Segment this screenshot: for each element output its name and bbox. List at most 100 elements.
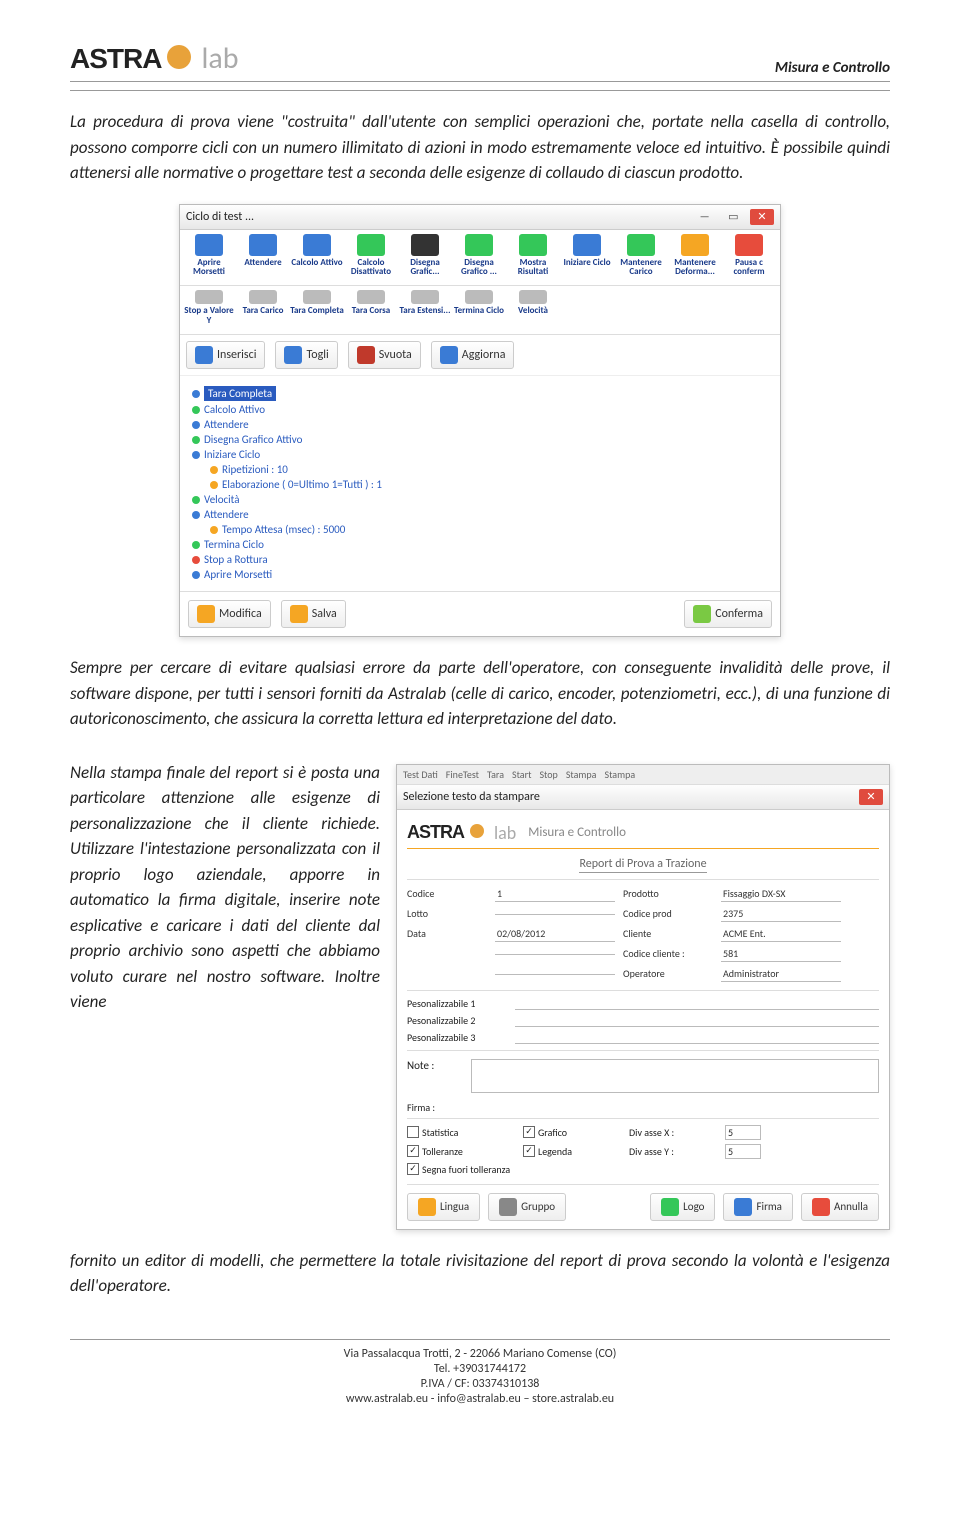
checkbox-grid: Statistica ✓Grafico Div asse X : 5 ✓Toller… [407,1118,879,1176]
dialog-titlebar: Selezione testo da stampare ✕ [397,785,889,810]
screenshot-report-dialog: Test Dati FineTest Tara Start Stop Stampa Stam… [396,764,890,1230]
bottom-button[interactable]: Modifica [188,600,271,628]
action-button[interactable]: Togli [275,341,337,369]
field-input[interactable]: 5 [725,1125,761,1140]
field-input[interactable] [495,952,615,955]
toolbar-button[interactable]: Stop a Valore Y [182,290,236,326]
checkbox[interactable]: ✓Grafico [523,1126,623,1139]
field-input[interactable]: 581 [721,946,841,962]
checkbox[interactable]: ✓Legenda [523,1145,623,1158]
tree-item[interactable]: Calcolo Attivo [192,403,768,416]
paragraph-3b: fornito un editor di modelli, che permet… [70,1248,890,1299]
action-button[interactable]: Aggiorna [431,341,515,369]
tree-item[interactable]: Iniziare Ciclo [192,448,768,461]
field-input[interactable]: Administrator [721,966,841,982]
toolbar-button[interactable]: Tara Estensi... [398,290,452,326]
toolbar-button[interactable]: Velocità [506,290,560,326]
field-input[interactable]: 02/08/2012 [495,926,615,942]
dialog-button[interactable]: Gruppo [488,1193,566,1221]
field-input[interactable]: ACME Ent. [721,926,841,942]
field-label: Div asse Y : [629,1145,719,1158]
menu-item[interactable]: Stop [539,768,557,781]
logo: ASTRA lab [70,40,238,77]
footer-line-4: www.astralab.eu - info@astralab.eu – sto… [70,1392,890,1406]
toolbar-button[interactable]: Mostra Risultati [506,234,560,278]
toolbar-button[interactable]: Disegna Grafico ... [452,234,506,278]
minimize-icon[interactable]: — [693,209,717,225]
checkbox[interactable]: ✓Tolleranze [407,1145,517,1158]
field-input[interactable]: 2375 [721,906,841,922]
tree-item[interactable]: Elaborazione ( 0=Ultimo 1=Tutti ) : 1 [192,478,768,491]
toolbar-button[interactable]: Aprire Morsetti [182,234,236,278]
checkbox[interactable]: Statistica [407,1126,517,1139]
field-input[interactable]: Fissaggio DX-SX [721,886,841,902]
tree-item[interactable]: Ripetizioni : 10 [192,463,768,476]
tree-item[interactable]: Tara Completa [192,386,768,401]
field-label: Pesonalizzabile 2 [407,1014,507,1027]
dialog-button[interactable]: Logo [650,1193,715,1221]
field-label: Data [407,927,487,940]
toolbar-button[interactable]: Mantenere Deforma... [668,234,722,278]
menu-item[interactable]: Tara [487,768,504,781]
menu-item[interactable]: Stampa [566,768,597,781]
checkbox[interactable]: ✓Segna fuori tolleranza [407,1163,517,1176]
paragraph-3a: Nella stampa finale del report si è post… [70,760,380,1015]
page-header: ASTRA lab Misura e Controllo [70,40,890,82]
tree-item[interactable]: Attendere [192,418,768,431]
field-input[interactable] [495,912,615,915]
toolbar-row-1: Aprire MorsettiAttendereCalcolo AttivoCa… [180,230,780,287]
tree-item[interactable]: Tempo Attesa (msec) : 5000 [192,523,768,536]
toolbar-button[interactable]: Mantenere Carico [614,234,668,278]
field-input[interactable] [515,1014,879,1027]
toolbar-button[interactable]: Calcolo Disattivato [344,234,398,278]
toolbar-button[interactable]: Pausa c conferm [722,234,776,278]
field-input[interactable] [515,1031,879,1044]
toolbar-button[interactable]: Tara Completa [290,290,344,326]
tree-item[interactable]: Termina Ciclo [192,538,768,551]
toolbar-button[interactable]: Tara Carico [236,290,290,326]
footer-line-2: Tel. +39031744172 [70,1362,890,1376]
field-input[interactable] [515,997,879,1010]
footer-line-3: P.IVA / CF: 03374310138 [70,1377,890,1391]
toolbar-button[interactable]: Disegna Grafic... [398,234,452,278]
action-button[interactable]: Svuota [348,341,421,369]
menu-item[interactable]: Test Dati [403,768,438,781]
dialog-subtitle: Misura e Controllo [528,825,626,840]
dialog-button[interactable]: Lingua [407,1193,480,1221]
dialog-button[interactable]: Annulla [801,1193,879,1221]
close-icon[interactable]: ✕ [750,209,774,225]
menu-item[interactable]: FineTest [446,768,479,781]
tree-item[interactable]: Attendere [192,508,768,521]
personalizable-fields: Pesonalizzabile 1Pesonalizzabile 2Pesona… [407,990,879,1051]
tree-item[interactable]: Disegna Grafico Attivo [192,433,768,446]
note-input[interactable] [471,1059,879,1093]
toolbar-button[interactable]: Iniziare Ciclo [560,234,614,278]
field-label: Div asse X : [629,1126,719,1139]
note-row: Note : [407,1059,879,1093]
toolbar-button[interactable]: Attendere [236,234,290,278]
menu-item[interactable]: Stampa [604,768,635,781]
menu-item[interactable]: Start [512,768,531,781]
toolbar-button[interactable]: Calcolo Attivo [290,234,344,278]
maximize-icon[interactable]: ▭ [721,209,745,225]
field-input[interactable]: 1 [495,886,615,902]
logo-icon [167,45,191,69]
tree-item[interactable]: Velocità [192,493,768,506]
dialog-title: Selezione testo da stampare [403,790,540,804]
tree-item[interactable]: Stop a Rottura [192,553,768,566]
close-icon[interactable]: ✕ [859,789,883,805]
note-label: Note : [407,1059,467,1093]
dialog-button[interactable]: Firma [723,1193,792,1221]
header-title: Misura e Controllo [775,59,890,77]
bottom-button[interactable]: Conferma [684,600,772,628]
tree-view[interactable]: Tara Completa Calcolo Attivo Attendere Dise… [180,376,780,591]
form-grid: Codice 1 Prodotto Fissaggio DX-SXLotto C… [407,886,879,982]
field-label: Codice prod [623,907,713,920]
action-button[interactable]: Inserisci [186,341,265,369]
tree-item[interactable]: Aprire Morsetti [192,568,768,581]
toolbar-button[interactable]: Tara Corsa [344,290,398,326]
toolbar-button[interactable]: Termina Ciclo [452,290,506,326]
field-input[interactable] [495,972,615,975]
bottom-button[interactable]: Salva [281,600,346,628]
field-input[interactable]: 5 [725,1144,761,1159]
